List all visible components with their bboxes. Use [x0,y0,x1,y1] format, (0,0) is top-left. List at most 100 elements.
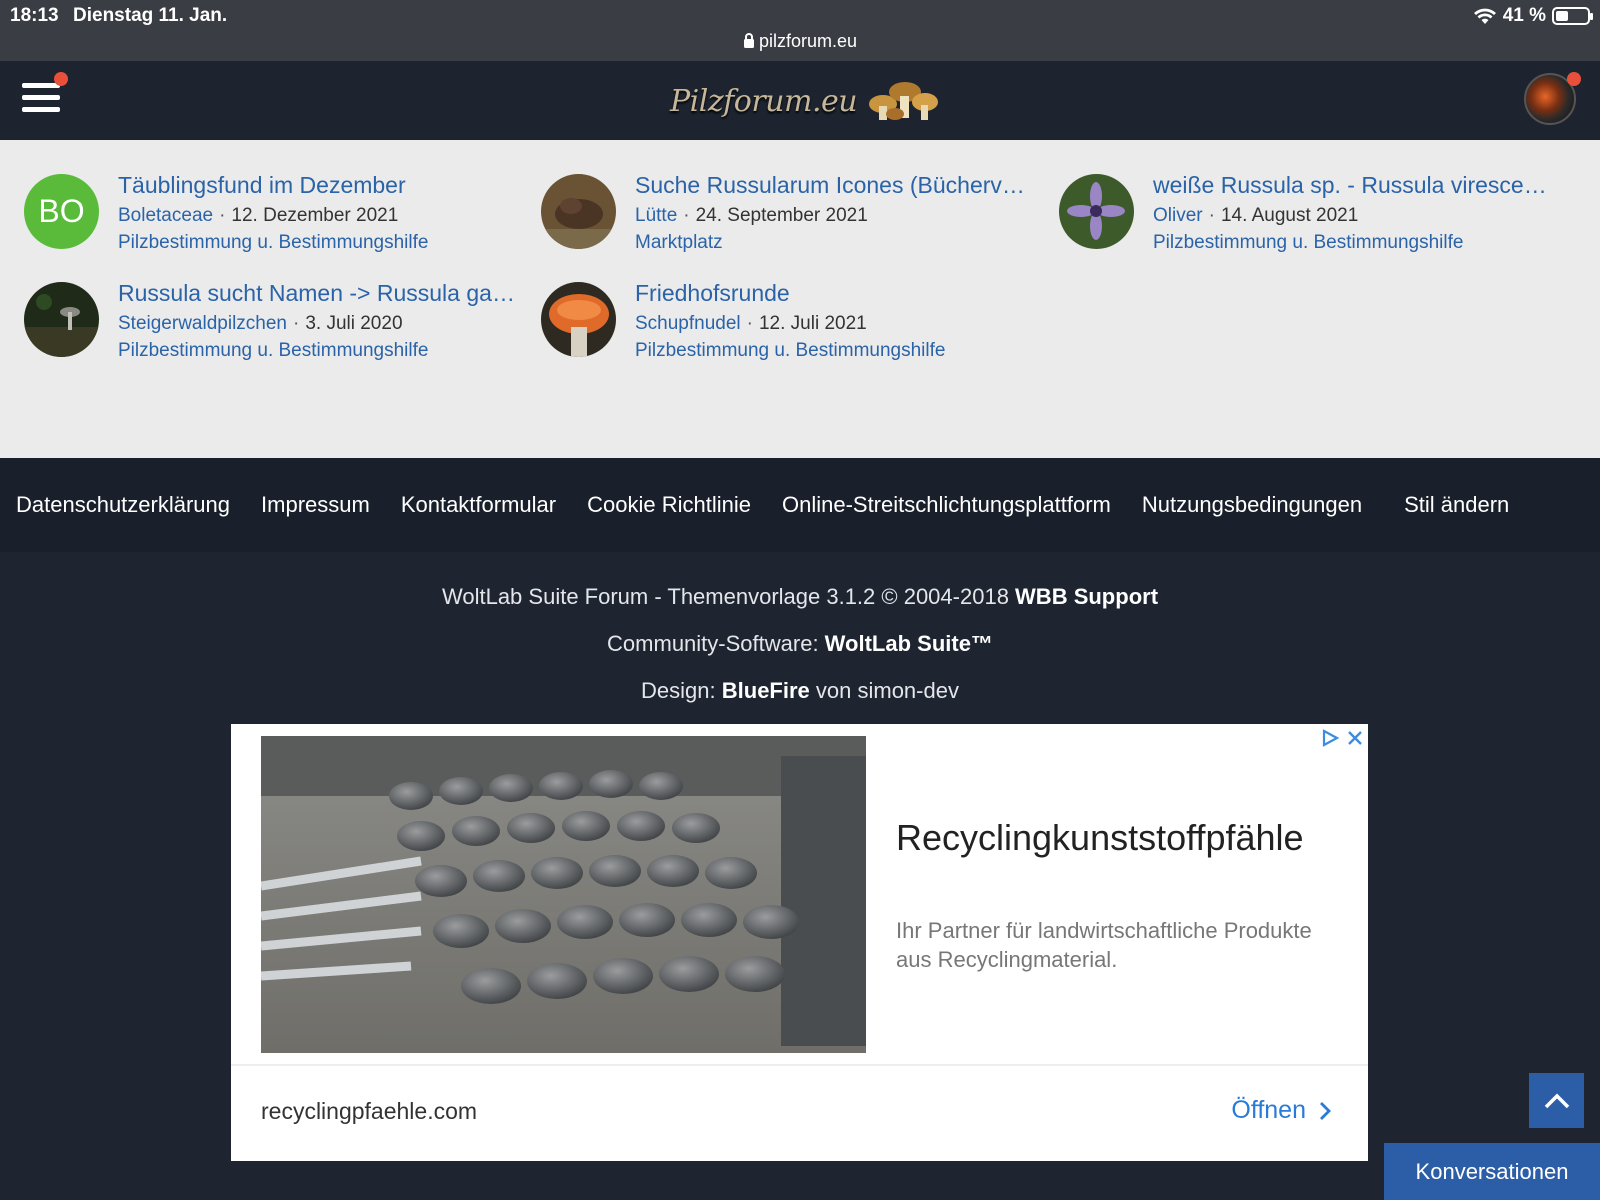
scroll-to-top-button[interactable] [1529,1073,1584,1128]
meta-separator: · [746,313,753,334]
thread-date: 3. Juli 2020 [305,313,403,334]
meta-separator: · [683,205,690,226]
adchoices-icon[interactable] [1320,728,1340,748]
thread-avatar[interactable] [541,174,616,249]
advertisement[interactable]: Recyclingkunststoffpfähle Ihr Partner fü… [231,724,1368,1161]
design-author: von simon-dev [809,678,959,703]
lock-icon [743,33,754,48]
thread-item[interactable]: Friedhofsrunde Schupfnudel · 12. Juli 2021… [541,280,1041,370]
wbb-support-link[interactable]: WBB Support [1015,584,1158,609]
battery-icon [1552,7,1593,25]
thread-title[interactable]: Friedhofsrunde [635,280,1035,307]
ad-domain[interactable]: recyclingpfaehle.com [261,1098,477,1125]
thread-meta: Boletaceae · 12. Dezember 2021 [118,205,398,227]
design-line: Design: BlueFire von simon-dev [0,678,1600,704]
bluefire-link[interactable]: BlueFire [722,678,810,703]
conversations-button[interactable]: Konversationen [1384,1143,1600,1200]
hamburger-line [22,95,60,100]
woltlab-link[interactable]: WoltLab Suite™ [825,631,993,656]
meta-separator: · [293,313,300,334]
meta-separator: · [219,205,226,226]
thread-author[interactable]: Steigerwaldpilzchen [118,313,287,334]
thread-title[interactable]: Russula sucht Namen -> Russula galo... [118,280,518,307]
thread-date: 12. Dezember 2021 [231,205,399,226]
thread-date: 24. September 2021 [695,205,868,226]
ad-choices[interactable] [1320,728,1364,748]
footer-link-datenschutz[interactable]: Datenschutzerklärung [16,492,230,518]
status-right: 41 % [1473,5,1593,27]
menu-button[interactable] [22,72,68,119]
thread-avatar[interactable]: BO [24,174,99,249]
mushroom-photo [541,174,616,249]
copyright-section: WoltLab Suite Forum - Themenvorlage 3.1.… [0,552,1600,722]
thread-meta: Oliver · 14. August 2021 [1153,205,1358,227]
thread-author[interactable]: Oliver [1153,205,1203,226]
status-date: Dienstag 11. Jan. [73,5,228,26]
thread-board[interactable]: Pilzbestimmung u. Bestimmungshilfe [1153,232,1463,254]
chevron-up-icon [1544,1093,1569,1108]
thread-board[interactable]: Pilzbestimmung u. Bestimmungshilfe [118,232,428,254]
url-bar[interactable]: pilzforum.eu [0,31,1600,52]
footer-link-nutzungsbedingungen[interactable]: Nutzungsbedingungen [1142,492,1362,518]
notification-dot [54,72,68,86]
thread-date: 14. August 2021 [1220,205,1359,226]
thread-avatar[interactable] [541,282,616,357]
url-text: pilzforum.eu [758,31,858,51]
status-bar: 18:13 Dienstag 11. Jan. 41 % pilzforum.e… [0,0,1600,61]
ad-divider [231,1064,1368,1066]
plastic-posts-photo [261,736,866,1053]
hamburger-icon [22,83,60,88]
footer-link-kontakt[interactable]: Kontaktformular [401,492,556,518]
wifi-icon [1473,8,1496,24]
thread-board[interactable]: Pilzbestimmung u. Bestimmungshilfe [635,340,945,362]
site-header: Pilzforum.eu [0,61,1600,140]
user-notification-dot [1567,72,1581,86]
thread-item[interactable]: BO Täublingsfund im Dezember Boletaceae ·… [24,172,524,262]
thread-avatar[interactable] [1059,174,1134,249]
forest-mushroom-photo [24,282,99,357]
thread-board[interactable]: Marktplatz [635,232,723,254]
ad-headline[interactable]: Recyclingkunststoffpfähle [896,817,1304,859]
orange-cap-mushroom-photo [541,282,616,357]
footer-navigation: Datenschutzerklärung Impressum Kontaktfo… [0,458,1600,552]
footer-link-streitschlichtung[interactable]: Online-Streitschlichtungsplattform [782,492,1111,518]
avatar-initials: BO [24,174,99,249]
thread-meta: Steigerwaldpilzchen · 3. Juli 2020 [118,313,403,335]
thread-author[interactable]: Boletaceae [118,205,213,226]
ad-open-button[interactable]: Öffnen [1231,1096,1332,1125]
similar-threads: BO Täublingsfund im Dezember Boletaceae ·… [0,140,1600,458]
close-icon[interactable] [1346,729,1364,747]
thread-title[interactable]: Täublingsfund im Dezember [118,172,518,199]
site-logo[interactable]: Pilzforum.eu [670,73,941,129]
meta-separator: · [1208,205,1215,226]
footer-link-stil-aendern[interactable]: Stil ändern [1404,492,1509,518]
thread-title[interactable]: weiße Russula sp. - Russula virescens... [1153,172,1553,199]
copyright-line: WoltLab Suite Forum - Themenvorlage 3.1.… [0,584,1600,610]
thread-meta: Lütte · 24. September 2021 [635,205,868,227]
ad-open-label: Öffnen [1231,1096,1306,1124]
copyright-text: WoltLab Suite Forum - Themenvorlage 3.1.… [441,584,1016,609]
design-text: Design: [641,678,722,703]
ad-image[interactable] [261,736,866,1053]
thread-item[interactable]: Suche Russularum Icones (Bücherver... Lü… [541,172,1041,262]
footer-link-cookie[interactable]: Cookie Richtlinie [587,492,751,518]
logo-text: Pilzforum.eu [670,83,858,119]
mushroom-logo-icon [869,82,939,120]
footer-link-impressum[interactable]: Impressum [261,492,370,518]
thread-item[interactable]: Russula sucht Namen -> Russula galo... S… [24,280,524,370]
thread-meta: Schupfnudel · 12. Juli 2021 [635,313,867,335]
status-time: 18:13 [10,5,59,26]
thread-author[interactable]: Lütte [635,205,677,226]
thread-date: 12. Juli 2021 [758,313,867,334]
thread-item[interactable]: weiße Russula sp. - Russula virescens...… [1059,172,1559,262]
battery-percent: 41 % [1502,5,1546,26]
thread-board[interactable]: Pilzbestimmung u. Bestimmungshilfe [118,340,428,362]
software-line: Community-Software: WoltLab Suite™ [0,631,1600,657]
thread-title[interactable]: Suche Russularum Icones (Bücherver... [635,172,1035,199]
thread-author[interactable]: Schupfnudel [635,313,741,334]
thread-avatar[interactable] [24,282,99,357]
flower-photo [1059,174,1134,249]
hamburger-line [22,107,60,112]
software-text: Community-Software: [607,631,825,656]
chevron-right-icon [1320,1101,1331,1120]
